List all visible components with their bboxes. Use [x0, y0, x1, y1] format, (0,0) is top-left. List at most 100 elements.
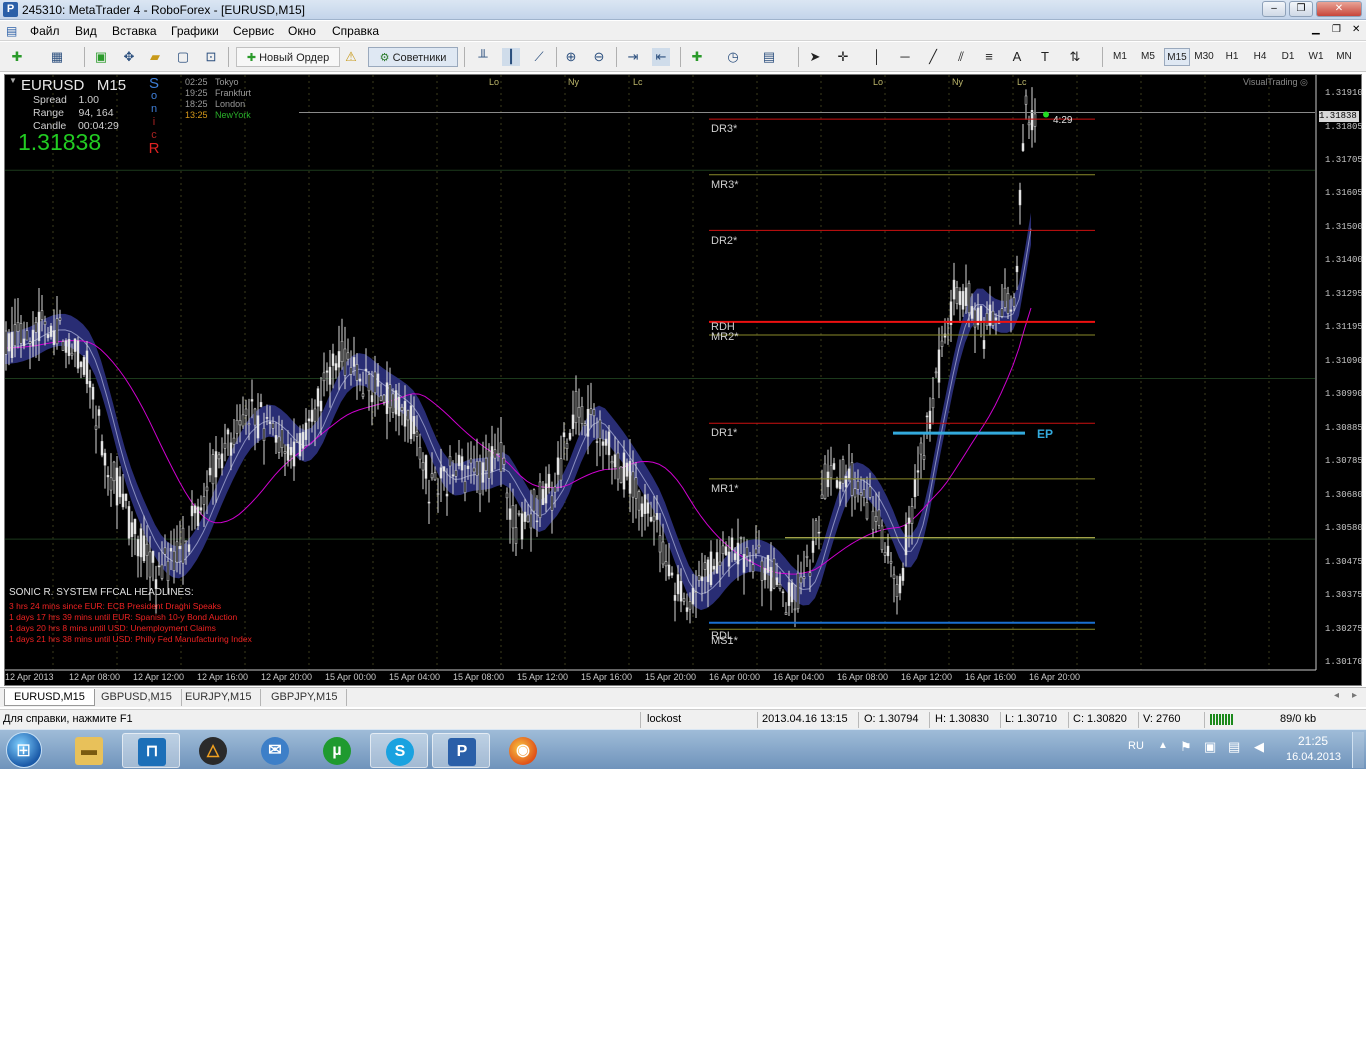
expert-advisors-button[interactable]: ⚙ Советники [368, 47, 458, 67]
minimize-button[interactable]: – [1262, 1, 1286, 17]
taskbar-app[interactable]: ⊓ [122, 733, 180, 768]
device-icon[interactable]: ▣ [1204, 739, 1216, 755]
terminal-icon[interactable]: ▢ [174, 48, 192, 66]
timeframe-h4[interactable]: H4 [1248, 48, 1272, 66]
tab-scroll-right-icon[interactable]: ▸ [1352, 690, 1357, 701]
language-indicator[interactable]: RU [1128, 740, 1144, 752]
candle-body [673, 595, 677, 601]
text-label-icon[interactable]: T [1036, 48, 1054, 66]
maximize-button[interactable]: ❐ [1289, 1, 1313, 17]
close-button[interactable]: ✕ [1316, 1, 1362, 17]
autotrading-warning-icon[interactable]: ⚠ [342, 48, 360, 66]
line-chart-icon[interactable]: ⟋ [530, 48, 548, 66]
timeframe-m1[interactable]: M1 [1108, 48, 1132, 66]
menu-charts[interactable]: Графики [171, 24, 219, 38]
candlestick-icon[interactable]: ┃ [502, 48, 520, 66]
candle-body [484, 457, 488, 472]
taskbar-firefox[interactable]: ◉ [494, 733, 552, 768]
y-tick: 1.31195 [1325, 322, 1363, 332]
level-dr2: DR2* [711, 235, 738, 247]
candle-body [220, 453, 224, 469]
horizontal-line-icon[interactable]: ─ [896, 48, 914, 66]
menu-help[interactable]: Справка [332, 24, 379, 38]
chart-menu-icon[interactable]: ▼ [9, 76, 17, 85]
candle-body [865, 502, 869, 520]
periods-icon[interactable]: ◷ [724, 48, 742, 66]
chart-window[interactable]: ▼ EURUSD M15 Spread 1.00 Range 94, 164 C… [4, 74, 1363, 686]
taskbar-utorrent[interactable]: µ [308, 733, 366, 768]
toolbar-separator [556, 47, 557, 67]
timeframe-m30[interactable]: M30 [1192, 48, 1216, 66]
y-tick: 1.30275 [1325, 624, 1363, 634]
text-icon[interactable]: A [1008, 48, 1026, 66]
candle-body [262, 428, 266, 441]
new-chart-icon[interactable]: ✚ [8, 48, 26, 66]
timeframe-mn[interactable]: MN [1332, 48, 1356, 66]
zoom-out-icon[interactable]: ⊖ [590, 48, 608, 66]
metatrader-app-icon[interactable]: P [3, 2, 18, 17]
toolbar-separator [680, 47, 681, 67]
volume-icon[interactable]: ◀ [1254, 739, 1264, 755]
tab-gbpjpy[interactable]: GBPJPY,M15 [262, 689, 348, 706]
taskbar-explorer[interactable]: ▬ [60, 733, 118, 768]
menu-insert[interactable]: Вставка [112, 24, 157, 38]
bar-chart-icon[interactable]: ╨ [474, 48, 492, 66]
menu-tools[interactable]: Сервис [233, 24, 274, 38]
arrows-icon[interactable]: ⇅ [1066, 48, 1084, 66]
candle-body [421, 462, 425, 471]
timeframe-m5[interactable]: M5 [1136, 48, 1160, 66]
channel-icon[interactable]: ⫽ [952, 48, 970, 66]
candle-body [118, 476, 122, 498]
strategy-tester-icon[interactable]: ⊡ [202, 48, 220, 66]
vertical-line-icon[interactable]: │ [868, 48, 886, 66]
action-center-flag-icon[interactable]: ⚑ [1180, 739, 1192, 755]
menu-file[interactable]: Файл [30, 24, 60, 38]
fibonacci-icon[interactable]: ≡ [980, 48, 998, 66]
candle-body [601, 441, 605, 446]
timeframe-m15[interactable]: M15 [1164, 48, 1190, 66]
templates-icon[interactable]: ▤ [760, 48, 778, 66]
taskbar-aimp[interactable]: △ [184, 733, 242, 768]
timeframe-w1[interactable]: W1 [1304, 48, 1328, 66]
candle-body [610, 461, 614, 464]
market-watch-icon[interactable]: ▣ [92, 48, 110, 66]
mdi-child-icon[interactable]: ▤ [6, 24, 17, 38]
data-window-icon[interactable]: ▰ [146, 48, 164, 66]
taskbar-skype[interactable]: S [370, 733, 428, 768]
candle-body [277, 436, 281, 453]
candle-body [304, 422, 308, 441]
tab-gbpusd[interactable]: GBPUSD,M15 [92, 689, 182, 706]
network-icon[interactable]: ▤ [1228, 739, 1240, 755]
zoom-in-icon[interactable]: ⊕ [562, 48, 580, 66]
timeframe-h1[interactable]: H1 [1220, 48, 1244, 66]
tab-eurjpy[interactable]: EURJPY,M15 [176, 689, 262, 706]
menu-window[interactable]: Окно [288, 24, 316, 38]
chart-shift-icon[interactable]: ⇤ [652, 48, 670, 66]
show-desktop-button[interactable] [1352, 732, 1364, 768]
child-close-icon[interactable]: ✕ [1352, 24, 1360, 35]
price-chart[interactable] [5, 75, 1361, 685]
indicators-icon[interactable]: ✚ [688, 48, 706, 66]
cursor-icon[interactable]: ➤ [806, 48, 824, 66]
child-restore-icon[interactable]: ❐ [1332, 24, 1341, 35]
profiles-icon[interactable]: ▦ [48, 48, 66, 66]
clock-time[interactable]: 21:25 [1298, 734, 1328, 748]
child-minimize-icon[interactable]: ▁ [1312, 24, 1320, 35]
connection-status-icon[interactable] [1210, 714, 1234, 725]
timeframe-d1[interactable]: D1 [1276, 48, 1300, 66]
start-button[interactable]: ⊞ [6, 732, 42, 768]
taskbar-metatrader[interactable]: P [432, 733, 490, 768]
tab-scroll-left-icon[interactable]: ◂ [1334, 690, 1339, 701]
navigator-icon[interactable]: ✥ [120, 48, 138, 66]
tray-expand-icon[interactable]: ▲ [1158, 740, 1168, 751]
crosshair-icon[interactable]: ✛ [834, 48, 852, 66]
trendline-icon[interactable]: ╱ [924, 48, 942, 66]
candle-body [535, 520, 539, 523]
taskbar-thunderbird[interactable]: ✉ [246, 733, 304, 768]
clock-date[interactable]: 16.04.2013 [1286, 751, 1341, 763]
candle-body [31, 329, 35, 347]
auto-scroll-icon[interactable]: ⇥ [624, 48, 642, 66]
tab-eurusd[interactable]: EURUSD,M15 [4, 689, 95, 706]
new-order-button[interactable]: ✚ Новый Ордер [236, 47, 340, 67]
menu-view[interactable]: Вид [75, 24, 97, 38]
